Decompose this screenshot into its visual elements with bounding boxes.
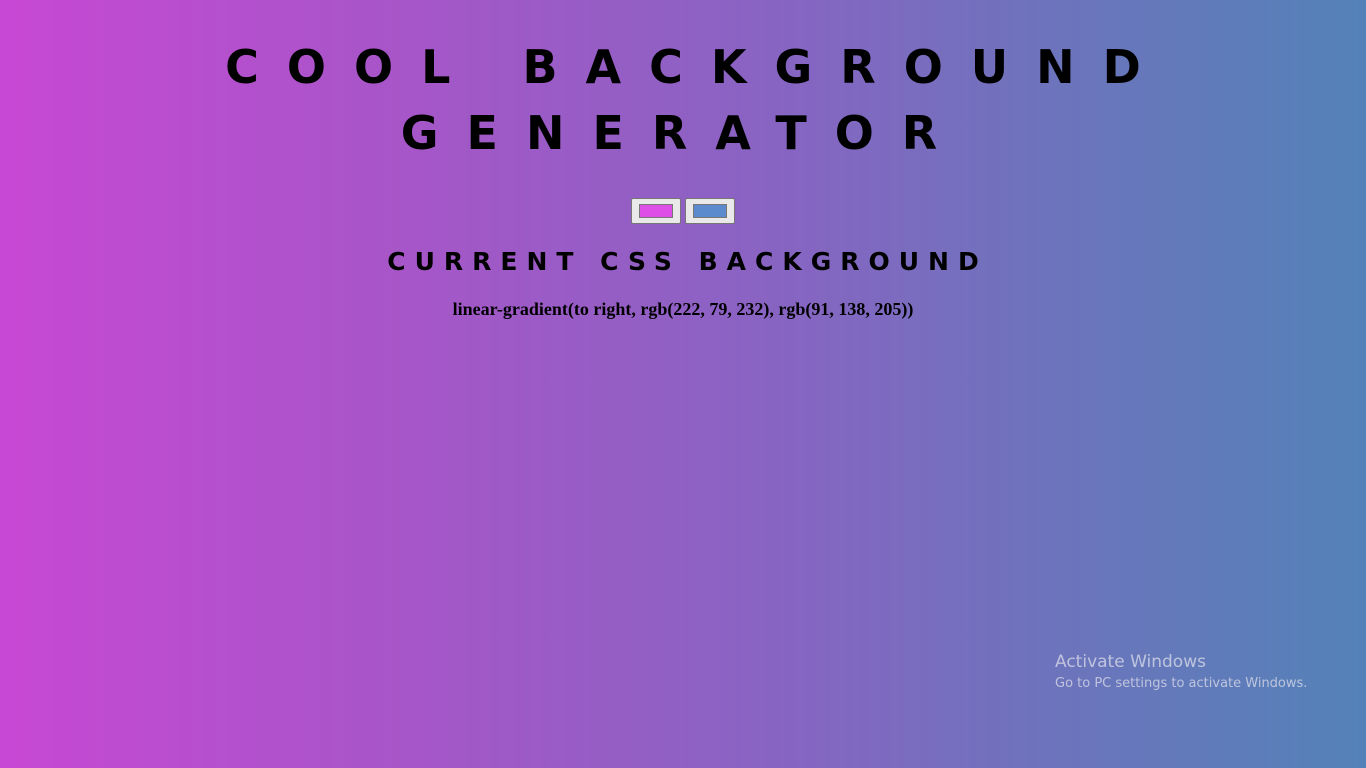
color-swatch-1 <box>639 204 673 218</box>
css-value-text: linear-gradient(to right, rgb(222, 79, 2… <box>452 299 914 319</box>
color-pickers <box>631 198 737 226</box>
page-title-line-1: COOL BACKGROUND <box>225 40 1169 94</box>
page-title-line-2: GENERATOR <box>400 106 966 160</box>
watermark-subtitle: Go to PC settings to activate Windows. <box>1055 676 1308 691</box>
page-title: COOL BACKGROUND GENERATOR <box>0 34 1366 166</box>
color-swatch-2 <box>693 204 727 218</box>
watermark-title: Activate Windows <box>1055 652 1206 672</box>
page: COOL BACKGROUND GENERATOR CURRENT CSS BA… <box>0 0 1366 768</box>
color-picker-2[interactable] <box>685 198 735 224</box>
current-css-heading: CURRENT CSS BACKGROUND <box>387 247 988 276</box>
activate-windows-watermark: Activate Windows Go to PC settings to ac… <box>1055 650 1355 694</box>
color-picker-1[interactable] <box>631 198 681 224</box>
